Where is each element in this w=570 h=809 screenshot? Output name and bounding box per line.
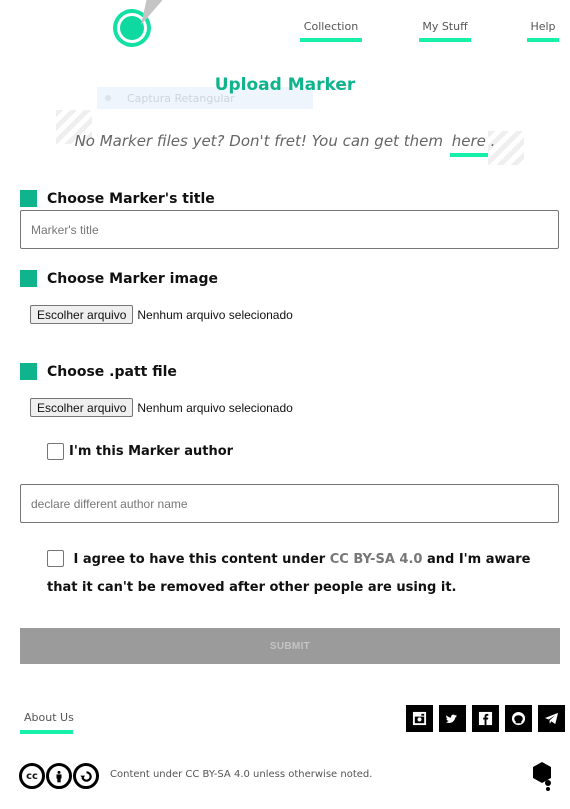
nav-underline [527, 38, 559, 42]
facebook-icon [478, 711, 493, 726]
telegram-link[interactable] [538, 705, 565, 732]
cc-icon: cc [19, 763, 45, 789]
submit-button[interactable]: SUBMIT [20, 628, 560, 664]
marker-title-input[interactable] [20, 210, 559, 249]
sa-sharealike-icon [73, 763, 99, 789]
github-link[interactable] [505, 705, 532, 732]
about-us-label: About Us [24, 711, 74, 724]
author-checkbox-row[interactable]: I'm this Marker author [47, 443, 233, 460]
nav-collection-label: Collection [303, 20, 359, 33]
nav-collection[interactable]: Collection [300, 20, 362, 42]
image-file-status: Nenhum arquivo selecionado [137, 307, 293, 322]
nav-help[interactable]: Help [527, 20, 559, 42]
twitter-icon [445, 714, 458, 723]
section-title-heading: Choose Marker's title [20, 190, 215, 207]
twitter-link[interactable] [439, 705, 466, 732]
section-square-icon [20, 270, 37, 287]
license-checkbox[interactable] [47, 549, 64, 567]
hexagon-logo-icon[interactable] [532, 762, 554, 792]
section-patt-heading: Choose .patt file [20, 363, 177, 380]
section-patt-label: Choose .patt file [47, 363, 177, 380]
cc-license-badges[interactable]: cc [19, 763, 99, 789]
marker-image-file-input: Escolher arquivo Nenhum arquivo selecion… [30, 305, 293, 324]
nav-help-label: Help [530, 20, 556, 33]
section-square-icon [20, 190, 37, 207]
social-links [406, 705, 565, 732]
nav-underline [300, 38, 362, 42]
author-checkbox[interactable] [47, 443, 64, 460]
nav-my-stuff[interactable]: My Stuff [419, 20, 471, 42]
choose-image-file-button[interactable]: Escolher arquivo [30, 305, 134, 324]
section-image-label: Choose Marker image [47, 270, 219, 287]
instagram-icon [412, 711, 427, 726]
author-name-input[interactable] [20, 484, 559, 523]
nav-underline [419, 38, 471, 42]
patt-file-status: Nenhum arquivo selecionado [137, 400, 293, 415]
get-markers-link[interactable]: here [449, 132, 489, 157]
nav-my-stuff-label: My Stuff [422, 20, 468, 33]
license-notice: Content under CC BY-SA 4.0 unless otherw… [110, 769, 373, 780]
info-text: No Marker files yet? Don't fret! You can… [74, 132, 443, 150]
about-underline [20, 730, 73, 734]
author-checkbox-label: I'm this Marker author [69, 444, 234, 459]
instagram-link[interactable] [406, 705, 433, 732]
section-square-icon [20, 363, 37, 380]
choose-patt-file-button[interactable]: Escolher arquivo [30, 398, 134, 417]
info-message: No Marker files yet? Don't fret! You can… [0, 132, 570, 157]
section-title-label: Choose Marker's title [47, 190, 215, 207]
site-logo[interactable] [113, 0, 166, 47]
telegram-icon [544, 712, 559, 725]
bullet-icon [105, 95, 111, 101]
patt-file-input: Escolher arquivo Nenhum arquivo selecion… [30, 398, 293, 417]
about-us-link[interactable]: About Us [20, 711, 78, 734]
by-attribution-icon [46, 763, 72, 789]
page-title: Upload Marker [214, 75, 356, 95]
info-end: . [490, 132, 496, 150]
agree-text-before: I agree to have this content under [73, 552, 326, 567]
license-name: CC BY-SA 4.0 [329, 552, 423, 567]
github-icon [511, 711, 526, 726]
license-agreement: I agree to have this content under CC BY… [47, 546, 562, 602]
facebook-link[interactable] [472, 705, 499, 732]
section-image-heading: Choose Marker image [20, 270, 218, 287]
